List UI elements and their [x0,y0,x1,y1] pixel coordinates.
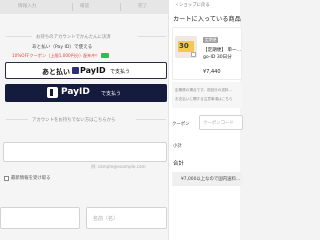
product-thumbnail: 30 [175,36,197,58]
atobarai-payid-button[interactable]: あと払い PayID で支払う [5,62,167,79]
step-divider [120,3,121,11]
chevron-left-icon: ‹ [176,2,178,8]
total-label: 合計 [173,161,184,167]
free-shipping-banner: ¥7,000以上なので国内送料… [172,172,242,186]
cart-note: お支払いに関する注意事項はこちら [175,97,233,101]
newsletter-checkbox[interactable] [4,176,9,181]
pay-label: で支払う [110,69,131,75]
product-name: 【定期便】 単一… [203,48,242,53]
payid-text: PayID [80,66,106,75]
step-confirm: 確認 [80,4,90,9]
section-heading-account-pay: お持ちのアカウントでかんたんに決済 [36,35,111,40]
promo-text: あと払い（Pay ID）で使える [32,45,93,50]
pay-label: で支払う [101,91,122,97]
divider [6,119,28,120]
subtotal-label: 小計 [173,144,182,149]
section-heading-guest: アカウントをお持ちでない方はこちらから [32,118,116,123]
divider [138,36,166,37]
product-name-line2: go-ID 30日分 [203,55,232,60]
payid-pay-button[interactable]: PayID で支払う [5,84,167,102]
coupon-label: クーポン [172,122,190,127]
divider [136,119,166,120]
last-name-field[interactable] [0,207,80,229]
qr-code-icon [191,52,196,57]
atobarai-label: あと払い [42,68,70,76]
payid-icon [47,87,58,98]
newsletter-checkbox-label: 最新情報を受け取る [11,176,51,181]
promo-detail-badge [101,53,110,58]
cart-panel: ‹ショップに戻る カートに入っている商品 30 定期便 【定期便】 単一… go… [168,0,243,240]
coupon-placeholder: クーポンコード [203,121,234,126]
back-to-shop-label: ショップに戻る [179,3,210,8]
promo-coupon-text: 10%OFFクーポン（上限1,000円分）配布中！ [12,53,110,59]
checkout-panel: 情報入力 確認 完了 お持ちのアカウントでかんたんに決済 あと払い（Pay ID… [0,0,168,240]
free-shipping-text: ¥7,000以上なので国内送料… [181,177,241,182]
step-done: 完了 [138,4,148,9]
divider [6,36,32,37]
product-image: 30 [178,41,194,52]
payid-text: PayID [61,87,90,97]
product-image-text: 30 [179,42,189,50]
email-field[interactable] [3,142,167,162]
step-divider [72,3,73,11]
payid-logo: PayID [72,66,106,75]
email-example-note: 例: sample@example.com [91,164,146,169]
cart-note: 定期便の場合です。前回分の送料… [175,88,233,92]
step-info: 情報入力 [18,4,37,9]
back-to-shop-link[interactable]: ‹ショップに戻る [176,2,210,8]
cart-notes: 定期便の場合です。前回分の送料… お支払いに関する注意事項はこちら [172,82,242,108]
subscription-badge: 定期便 [203,37,219,43]
coupon-input[interactable]: クーポンコード [199,115,243,130]
product-price: ¥7,440 [203,69,221,75]
promo-coupon-label: 10%OFFクーポン（上限1,000円分）配布中！ [12,53,101,58]
first-name-field[interactable]: 名前（名） [86,207,167,229]
cart-title: カートに入っている商品 [173,16,241,23]
payid-icon [72,67,79,74]
first-name-placeholder: 名前（名） [93,216,119,222]
progress-steps: 情報入力 確認 完了 [0,0,168,14]
